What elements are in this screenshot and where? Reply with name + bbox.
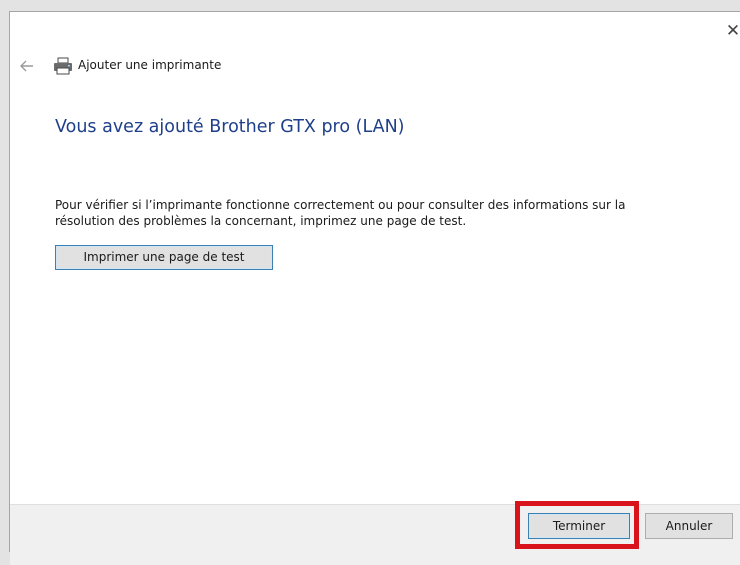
add-printer-dialog: ✕ Ajouter une imprimante Vous avez ajout… xyxy=(9,11,740,565)
description-text: Pour vérifier si l’imprimante fonctionne… xyxy=(55,197,695,229)
cancel-button[interactable]: Annuler xyxy=(645,513,733,539)
finish-button[interactable]: Terminer xyxy=(528,513,630,539)
window-title: Ajouter une imprimante xyxy=(78,58,222,72)
back-arrow-icon[interactable] xyxy=(17,56,37,76)
page-heading: Vous avez ajouté Brother GTX pro (LAN) xyxy=(55,117,405,137)
description-line-2: résolution des problèmes la concernant, … xyxy=(55,214,467,228)
description-line-1: Pour vérifier si l’imprimante fonctionne… xyxy=(55,198,626,212)
printer-icon xyxy=(54,57,72,75)
close-icon[interactable]: ✕ xyxy=(722,20,740,42)
print-test-page-button[interactable]: Imprimer une page de test xyxy=(55,245,273,270)
